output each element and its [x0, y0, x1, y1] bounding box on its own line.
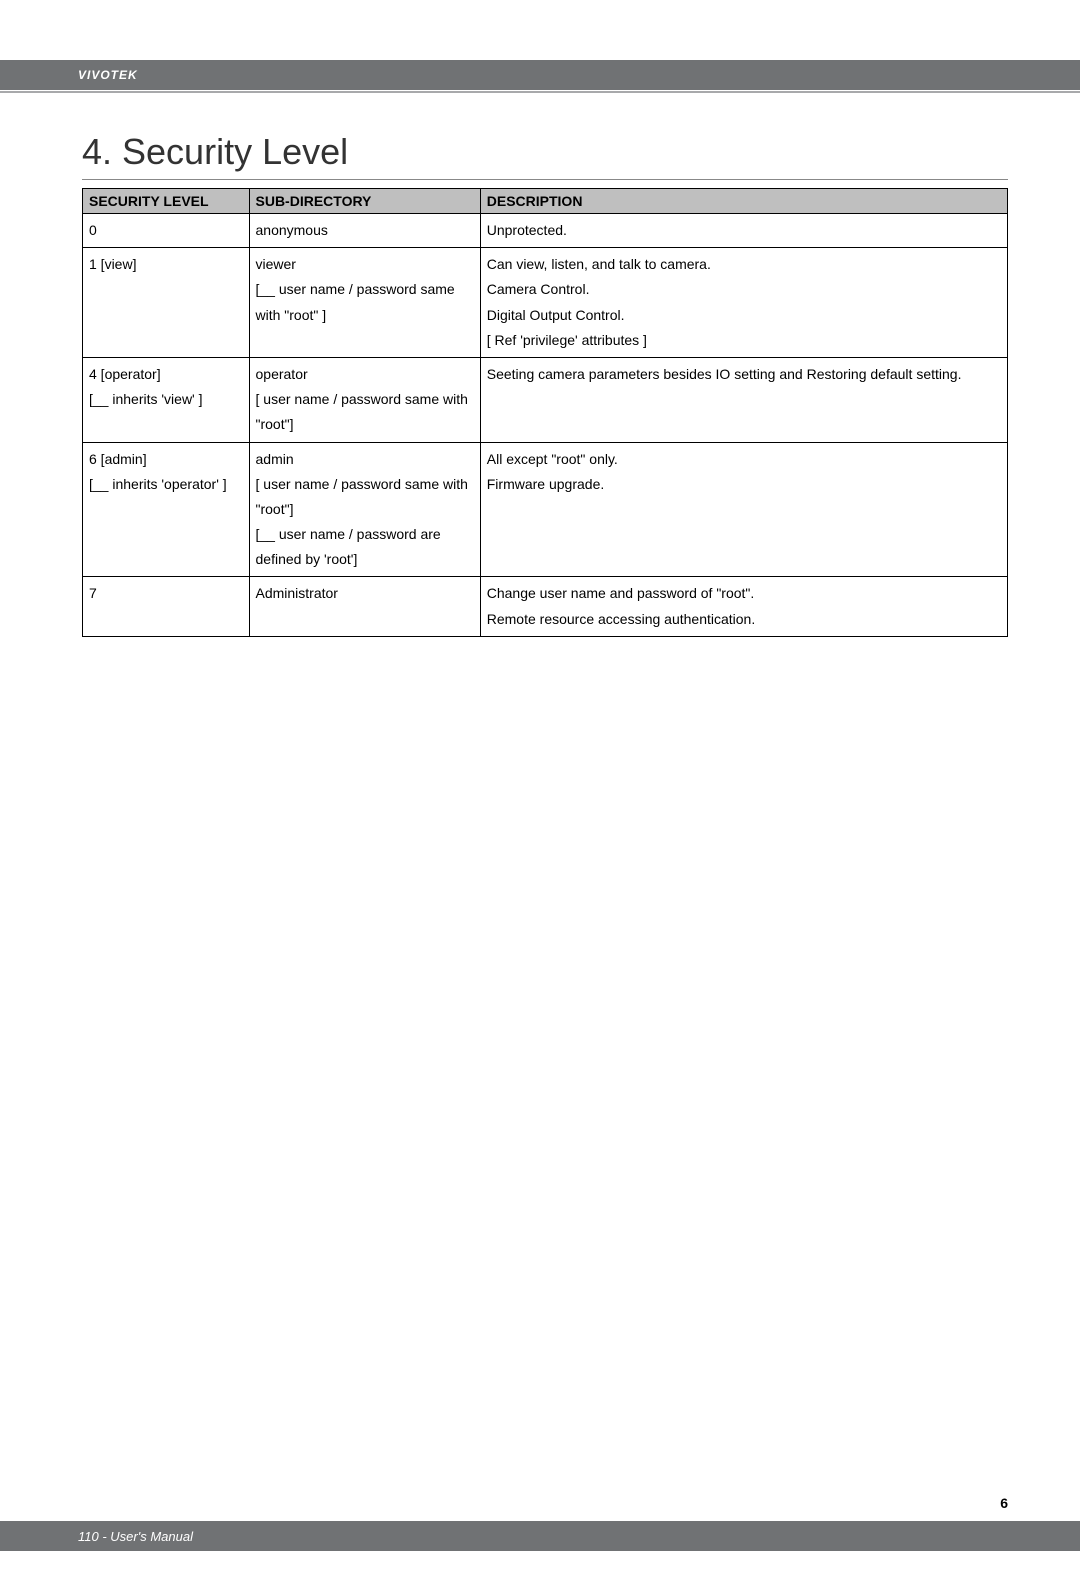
cell-subdir: Administrator — [249, 577, 480, 636]
cell-level: 6 [admin][__ inherits 'operator' ] — [83, 442, 250, 577]
table-row: 1 [view] viewer[__ user name / password … — [83, 248, 1008, 358]
header-security-level: SECURITY LEVEL — [83, 189, 250, 214]
header-bar: VIVOTEK — [0, 60, 1080, 90]
cell-desc: Unprotected. — [480, 214, 1007, 248]
page-number: 6 — [0, 1495, 1080, 1511]
content-area: 4. Security Level SECURITY LEVEL SUB-DIR… — [0, 93, 1080, 637]
header-sub-directory: SUB-DIRECTORY — [249, 189, 480, 214]
cell-level: 0 — [83, 214, 250, 248]
cell-desc: Seeting camera parameters besides IO set… — [480, 357, 1007, 442]
footer-area: 6 110 - User's Manual — [0, 1495, 1080, 1551]
brand-text: VIVOTEK — [78, 68, 138, 82]
table-row: 6 [admin][__ inherits 'operator' ] admin… — [83, 442, 1008, 577]
cell-desc: All except "root" only.Firmware upgrade. — [480, 442, 1007, 577]
table-row: 0 anonymous Unprotected. — [83, 214, 1008, 248]
table-row: 4 [operator][__ inherits 'view' ] operat… — [83, 357, 1008, 442]
cell-level: 4 [operator][__ inherits 'view' ] — [83, 357, 250, 442]
security-level-table: SECURITY LEVEL SUB-DIRECTORY DESCRIPTION… — [82, 188, 1008, 637]
table-row: 7 Administrator Change user name and pas… — [83, 577, 1008, 636]
section-title: 4. Security Level — [82, 131, 1008, 180]
footer-text: 110 - User's Manual — [78, 1529, 193, 1544]
cell-desc: Can view, listen, and talk to camera.Cam… — [480, 248, 1007, 358]
cell-subdir: admin[ user name / password same with "r… — [249, 442, 480, 577]
cell-level: 1 [view] — [83, 248, 250, 358]
cell-subdir: operator[ user name / password same with… — [249, 357, 480, 442]
footer-bar: 110 - User's Manual — [0, 1521, 1080, 1551]
cell-subdir: anonymous — [249, 214, 480, 248]
cell-level: 7 — [83, 577, 250, 636]
cell-desc: Change user name and password of "root".… — [480, 577, 1007, 636]
cell-subdir: viewer[__ user name / password same with… — [249, 248, 480, 358]
table-header-row: SECURITY LEVEL SUB-DIRECTORY DESCRIPTION — [83, 189, 1008, 214]
header-description: DESCRIPTION — [480, 189, 1007, 214]
